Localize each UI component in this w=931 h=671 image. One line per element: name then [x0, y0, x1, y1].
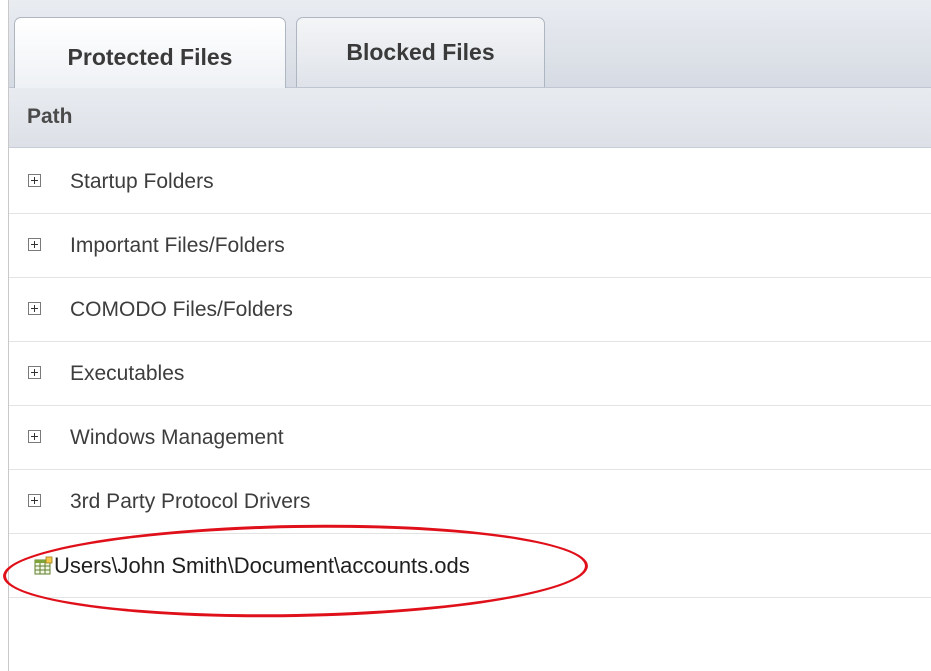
group-label: COMODO Files/Folders — [70, 298, 293, 321]
group-row-windows-management[interactable]: Windows Management — [9, 406, 931, 470]
group-label: Startup Folders — [70, 170, 214, 193]
group-label: Important Files/Folders — [70, 234, 285, 257]
column-header-path[interactable]: Path — [27, 105, 73, 129]
expand-plus-icon[interactable] — [28, 174, 41, 187]
expand-plus-icon[interactable] — [28, 366, 41, 379]
tab-blocked-files-label: Blocked Files — [346, 39, 495, 65]
group-row-comodo-files-folders[interactable]: COMODO Files/Folders — [9, 278, 931, 342]
file-row-accounts-ods[interactable]: Users\John Smith\Document\accounts.ods — [9, 534, 931, 598]
file-list: Startup Folders Important Files/Folders … — [9, 150, 931, 598]
group-label: Executables — [70, 362, 185, 385]
tab-protected-files-label: Protected Files — [67, 43, 233, 70]
group-row-executables[interactable]: Executables — [9, 342, 931, 406]
group-label: Windows Management — [70, 426, 284, 449]
group-label: 3rd Party Protocol Drivers — [70, 490, 311, 513]
column-header-row: Path — [9, 88, 931, 148]
tab-strip: Protected Files Blocked Files — [9, 0, 931, 88]
group-row-3rd-party-protocol-drivers[interactable]: 3rd Party Protocol Drivers — [9, 470, 931, 534]
expand-plus-icon[interactable] — [28, 494, 41, 507]
protected-files-panel: Protected Files Blocked Files Path Start… — [8, 0, 931, 671]
spreadsheet-file-icon — [34, 556, 53, 575]
expand-plus-icon[interactable] — [28, 430, 41, 443]
group-row-startup-folders[interactable]: Startup Folders — [9, 150, 931, 214]
expand-plus-icon[interactable] — [28, 302, 41, 315]
file-path-label: Users\John Smith\Document\accounts.ods — [54, 553, 470, 578]
tab-blocked-files[interactable]: Blocked Files — [296, 17, 545, 87]
tab-protected-files[interactable]: Protected Files — [14, 17, 286, 88]
expand-plus-icon[interactable] — [28, 238, 41, 251]
group-row-important-files-folders[interactable]: Important Files/Folders — [9, 214, 931, 278]
